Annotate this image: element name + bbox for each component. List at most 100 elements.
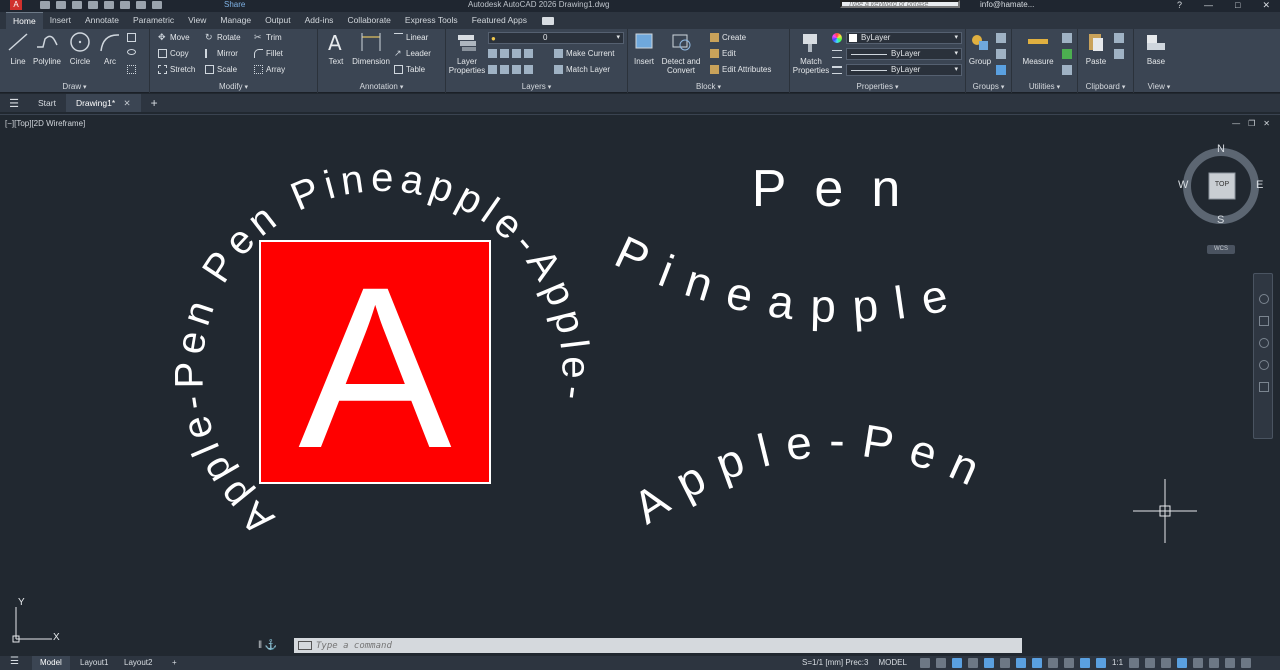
command-line-grip-icon[interactable]: ‖ ⚓	[256, 638, 294, 653]
groups-panel-title[interactable]: Groups	[966, 82, 1011, 91]
ellipse-tool[interactable]	[127, 49, 136, 55]
layers-panel-title[interactable]: Layers	[446, 82, 627, 91]
model-space-status[interactable]: MODEL	[876, 656, 908, 670]
snap-icon[interactable]	[936, 658, 946, 668]
compass-east[interactable]: E	[1256, 179, 1263, 191]
scale-button[interactable]: Scale	[205, 65, 237, 74]
big-letter-a[interactable]: A	[298, 239, 451, 496]
drawing-canvas[interactable]: A Apple-Pen Pen Pineapple-Apple- Pen Pin…	[0, 114, 1280, 656]
plot-icon[interactable]	[120, 1, 130, 9]
auto-scale-icon[interactable]	[1096, 658, 1106, 668]
search-input[interactable]	[840, 0, 960, 8]
compass-west[interactable]: W	[1178, 179, 1188, 191]
ortho-icon[interactable]	[952, 658, 962, 668]
viewport-restore-icon[interactable]: ❐	[1248, 119, 1255, 128]
graphics-performance-icon[interactable]	[1209, 658, 1220, 668]
redo-icon[interactable]	[152, 1, 162, 9]
fillet-button[interactable]: Fillet	[254, 49, 283, 58]
close-tab-icon[interactable]: ✕	[124, 98, 131, 108]
layout2-tab[interactable]: Layout2	[116, 656, 160, 670]
annotation-panel-title[interactable]: Annotation	[318, 82, 445, 91]
share-button[interactable]: Share	[224, 0, 245, 9]
hatch-tool[interactable]	[127, 65, 136, 74]
copy-clip-icon[interactable]	[1114, 49, 1124, 59]
workspace-gear-icon[interactable]	[1129, 658, 1140, 668]
clipboard-panel-title[interactable]: Clipboard	[1078, 82, 1133, 91]
layer-properties-button[interactable]: Layer Properties	[448, 31, 486, 75]
rotate-button[interactable]: ↻ Rotate	[205, 33, 241, 43]
maximize-icon[interactable]: □	[1235, 0, 1240, 11]
layer-freeze-icon[interactable]	[512, 49, 521, 58]
stretch-button[interactable]: Stretch	[158, 65, 195, 74]
wcs-dropdown[interactable]: WCS	[1207, 245, 1235, 254]
showmotion-icon[interactable]	[1259, 382, 1269, 392]
clean-screen-icon[interactable]	[1225, 658, 1236, 668]
base-button[interactable]: Base	[1142, 31, 1170, 66]
paste-button[interactable]: Paste	[1082, 31, 1110, 66]
autocad-logo-icon[interactable]: A	[10, 0, 22, 10]
tab-featured-apps[interactable]: Featured Apps	[465, 12, 534, 29]
pineapple-text[interactable]: Pineapple	[608, 225, 970, 332]
match-layer-button[interactable]: Match Layer	[554, 65, 610, 74]
ribbon-minimize-icon[interactable]	[541, 16, 554, 25]
layer-dropdown[interactable]: ● 0	[488, 32, 624, 44]
view-panel-title[interactable]: View	[1134, 82, 1184, 91]
layer-isolate-icon[interactable]	[500, 49, 509, 58]
command-input[interactable]	[316, 639, 1006, 652]
polyline-button[interactable]: Polyline	[32, 31, 62, 66]
create-block-button[interactable]: Create	[710, 33, 746, 42]
annotation-visibility-icon[interactable]	[1080, 658, 1090, 668]
linear-dimension-dropdown[interactable]: Linear	[394, 33, 428, 42]
status-menu-icon[interactable]: ☰	[10, 656, 19, 667]
measure-button[interactable]: Measure	[1016, 31, 1060, 66]
viewcube[interactable]: N S E W TOP	[1178, 143, 1263, 227]
start-tab[interactable]: Start	[28, 94, 66, 112]
match-properties-button[interactable]: Match Properties	[792, 31, 830, 75]
drawing-area[interactable]: A Apple-Pen Pen Pineapple-Apple- Pen Pin…	[0, 115, 1280, 657]
tab-insert[interactable]: Insert	[43, 12, 78, 29]
modify-panel-title[interactable]: Modify	[150, 82, 317, 91]
arc-button[interactable]: Arc	[96, 31, 124, 66]
tab-parametric[interactable]: Parametric	[126, 12, 181, 29]
cut-icon[interactable]	[1114, 33, 1124, 43]
mirror-button[interactable]: Mirror	[205, 49, 238, 58]
tab-home[interactable]: Home	[6, 12, 43, 29]
layer-state-icon[interactable]	[488, 49, 497, 58]
edit-block-button[interactable]: Edit	[710, 49, 736, 58]
tab-add-ins[interactable]: Add-ins	[298, 12, 341, 29]
dimension-button[interactable]: Dimension	[352, 31, 390, 66]
viewport-close-icon[interactable]: ✕	[1263, 119, 1270, 128]
tab-express-tools[interactable]: Express Tools	[398, 12, 465, 29]
new-file-icon[interactable]	[40, 1, 50, 9]
grid-icon[interactable]	[920, 658, 930, 668]
layer-off-icon[interactable]	[488, 65, 497, 74]
edit-attributes-button[interactable]: Edit Attributes	[710, 65, 771, 74]
new-tab-button[interactable]: +	[141, 96, 168, 110]
id-point-icon[interactable]	[1062, 33, 1072, 43]
web-icon[interactable]	[104, 1, 114, 9]
detect-convert-button[interactable]: Detect and Convert	[660, 31, 702, 75]
save-icon[interactable]	[72, 1, 82, 9]
line-button[interactable]: Line	[4, 31, 32, 66]
isodraft-icon[interactable]	[984, 658, 994, 668]
save-as-icon[interactable]	[88, 1, 98, 9]
quick-properties-icon[interactable]	[1177, 658, 1188, 668]
pen-text[interactable]: Pen	[752, 160, 929, 218]
lineweight-toggle-icon[interactable]	[1032, 658, 1042, 668]
viewcube-top-face[interactable]: TOP	[1209, 181, 1235, 188]
file-tabs-menu-icon[interactable]: ☰	[0, 97, 28, 110]
object-snap-icon[interactable]	[1016, 658, 1026, 668]
tab-manage[interactable]: Manage	[213, 12, 258, 29]
layer-thaw-icon[interactable]	[500, 65, 509, 74]
rectangle-tool[interactable]	[127, 33, 136, 42]
make-current-button[interactable]: Make Current	[554, 49, 614, 58]
table-button[interactable]: Table	[394, 65, 425, 74]
viewport-controls-label[interactable]: [−][Top][2D Wireframe]	[5, 119, 85, 128]
compass-north[interactable]: N	[1217, 143, 1225, 155]
copy-button[interactable]: Copy	[158, 49, 189, 58]
ungroup-icon[interactable]	[996, 33, 1006, 43]
drawing1-tab[interactable]: Drawing1* ✕	[65, 94, 141, 112]
tab-annotate[interactable]: Annotate	[78, 12, 126, 29]
group-button[interactable]: Group	[966, 31, 994, 66]
layer-on-icon[interactable]	[524, 65, 533, 74]
